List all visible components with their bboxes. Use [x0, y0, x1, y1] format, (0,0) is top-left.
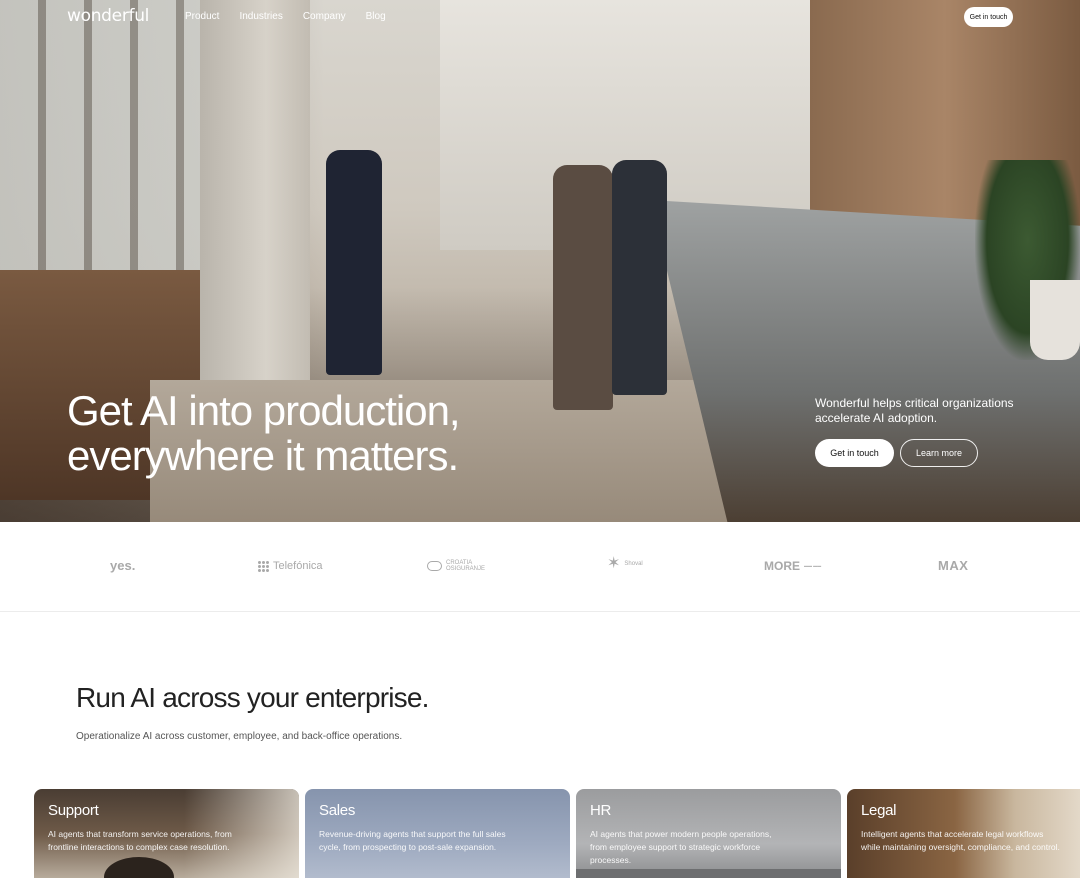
enterprise-section-subtitle: Operationalize AI across customer, emplo…: [76, 731, 403, 742]
client-logos-strip: yes. Telefónica CROATIA OSIGURANJE ✶ Sho…: [0, 522, 1080, 612]
client-logo-croatia-osiguranje: CROATIA OSIGURANJE: [427, 560, 485, 572]
hero-title-line-1: Get AI into production,: [67, 387, 461, 434]
card-legal-title: Legal: [861, 802, 897, 819]
card-support-description: AI agents that transform service operati…: [48, 829, 232, 852]
card-support-title: Support: [48, 802, 99, 819]
card-hr-description: AI agents that power modern people opera…: [590, 829, 772, 865]
nav-link-blog[interactable]: Blog: [366, 11, 386, 22]
client-logo-max: MAX: [938, 558, 968, 573]
nav-link-company[interactable]: Company: [303, 11, 346, 22]
nav-link-industries[interactable]: Industries: [239, 11, 282, 22]
card-sales[interactable]: Sales Revenue-driving agents that suppor…: [305, 789, 570, 878]
card-hr[interactable]: HR AI agents that power modern people op…: [576, 789, 841, 878]
nav-link-product[interactable]: Product: [185, 11, 219, 22]
client-logo-croatia-line-2: OSIGURANJE: [446, 566, 486, 572]
hero-get-in-touch-button[interactable]: Get in touch: [815, 439, 894, 467]
more-subtext-icon: ▬▬ ▬▬: [804, 563, 822, 568]
top-navigation: wonderful Product Industries Company Blo…: [0, 0, 1080, 34]
card-sales-title: Sales: [319, 802, 356, 819]
card-legal-description: Intelligent agents that accelerate legal…: [861, 829, 1060, 852]
client-logo-yes-text: yes.: [110, 558, 136, 573]
card-legal[interactable]: Legal Intelligent agents that accelerate…: [847, 789, 1080, 878]
hero-learn-more-button[interactable]: Learn more: [900, 439, 978, 467]
hero-title-line-2: everywhere it matters.: [67, 432, 459, 479]
client-logo-telefonica: Telefónica: [258, 560, 323, 572]
client-logo-yes: yes.: [110, 558, 135, 573]
enterprise-section-title: Run AI across your enterprise.: [76, 682, 429, 713]
client-logo-max-text: MAX: [938, 558, 969, 573]
hero-buttons: Get in touch Learn more: [815, 439, 1055, 467]
card-hr-image: [576, 869, 841, 878]
card-hr-title: HR: [590, 802, 612, 819]
card-support[interactable]: Support AI agents that transform service…: [34, 789, 299, 878]
client-logo-more: MORE ▬▬ ▬▬: [764, 559, 826, 573]
nav-links: Product Industries Company Blog: [185, 11, 406, 22]
telefonica-dots-icon: [258, 560, 269, 572]
use-case-cards: Support AI agents that transform service…: [34, 789, 1080, 878]
client-logo-telefonica-text: Telefónica: [273, 560, 323, 572]
client-logo-more-text: MORE: [764, 559, 800, 573]
hero-title: Get AI into production, everywhere it ma…: [67, 388, 567, 478]
card-sales-description: Revenue-driving agents that support the …: [319, 829, 506, 852]
hero-tagline: Wonderful helps critical organizations a…: [815, 396, 1014, 425]
hero-cta-panel: Wonderful helps critical organizations a…: [815, 396, 1055, 467]
client-logo-shoval: ✶ Shoval: [607, 556, 643, 572]
nav-get-in-touch-button[interactable]: Get in touch: [964, 7, 1013, 27]
client-logo-shoval-text: Shoval: [624, 561, 643, 567]
brand-logo[interactable]: wonderful: [67, 6, 149, 26]
card-support-image: [104, 857, 174, 878]
shoval-star-icon: ✶: [607, 555, 621, 572]
croatia-mark-icon: [427, 561, 442, 571]
hero-section: wonderful Product Industries Company Blo…: [0, 0, 1080, 522]
